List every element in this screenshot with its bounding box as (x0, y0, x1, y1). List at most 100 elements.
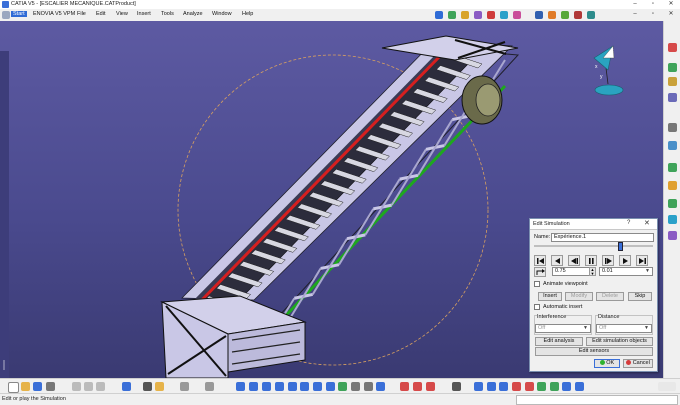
comment-icon[interactable] (155, 382, 164, 391)
step-back-button[interactable] (551, 255, 563, 266)
clash-check-icon[interactable] (512, 382, 521, 391)
snap-compass-icon[interactable] (487, 382, 496, 391)
track-icon[interactable] (535, 11, 543, 19)
zoom-out-icon[interactable] (300, 382, 309, 391)
sequence-icon[interactable] (548, 11, 556, 19)
automatic-insert-checkbox[interactable] (534, 304, 540, 310)
sensor-icon[interactable] (574, 11, 582, 19)
window-close-button[interactable]: ✕ (662, 0, 680, 9)
measure-inertia-icon[interactable] (426, 382, 435, 391)
simulation-icon[interactable] (474, 11, 482, 19)
open-icon[interactable] (21, 382, 30, 391)
modify-button[interactable]: Modify (565, 292, 593, 301)
edit-simulation-objects-button[interactable]: Edit simulation objects (586, 337, 653, 346)
copy-icon[interactable] (84, 382, 93, 391)
pause-button[interactable] (585, 255, 597, 266)
edit-analysis-button[interactable]: Edit analysis (535, 337, 583, 346)
swap-icon[interactable] (205, 382, 214, 391)
jump-to-end-button[interactable] (636, 255, 648, 266)
fit-all-icon[interactable] (435, 11, 443, 19)
doc-minimize-button[interactable]: – (626, 10, 644, 19)
camera-icon[interactable] (452, 382, 461, 391)
cancel-button[interactable]: Cancel (623, 359, 653, 368)
tool-extra-icon[interactable] (575, 382, 584, 391)
render-style-icon[interactable] (338, 382, 347, 391)
ok-button[interactable]: OK (594, 359, 620, 368)
measure-icon[interactable] (500, 11, 508, 19)
menu-tools[interactable]: Tools (161, 11, 174, 17)
menu-edit[interactable]: Edit (96, 11, 105, 17)
exit-icon[interactable] (668, 43, 677, 52)
fos-icon[interactable] (143, 382, 152, 391)
hide-show-icon[interactable] (351, 382, 360, 391)
section-icon[interactable] (513, 11, 521, 19)
simulation-slider-thumb[interactable] (617, 242, 623, 251)
normal-view-icon[interactable] (313, 382, 322, 391)
fly-mode-icon[interactable] (236, 382, 245, 391)
rotate-icon[interactable] (275, 382, 284, 391)
step-forward-button[interactable] (619, 255, 631, 266)
delete-button[interactable]: Delete (596, 292, 624, 301)
compass-reset-icon[interactable] (474, 382, 483, 391)
menu-analyze[interactable]: Analyze (183, 11, 203, 17)
jump-to-start-button[interactable] (534, 255, 546, 266)
menu-window[interactable]: Window (212, 11, 232, 17)
move-icon[interactable] (668, 141, 677, 150)
new-icon[interactable] (8, 382, 19, 393)
distance-icon[interactable] (525, 382, 534, 391)
catalog-icon[interactable] (376, 382, 385, 391)
animate-viewpoint-checkbox[interactable] (534, 281, 540, 287)
interference-combo[interactable]: Off ▼ (535, 324, 591, 333)
snap-icon[interactable] (668, 181, 677, 190)
compass-icon[interactable] (461, 11, 469, 19)
measure-between-icon[interactable] (400, 382, 409, 391)
update-icon[interactable] (668, 215, 677, 224)
menu-help[interactable]: Help (242, 11, 253, 17)
views-icon[interactable] (326, 382, 335, 391)
name-field[interactable]: Expérience.1 (551, 233, 654, 242)
distance-combo[interactable]: Off ▼ (596, 324, 652, 333)
play-icon[interactable] (448, 11, 456, 19)
play-forward-button[interactable] (602, 255, 614, 266)
menu-start[interactable]: Start (11, 11, 27, 17)
zoom-in-icon[interactable] (288, 382, 297, 391)
menu-insert[interactable]: Insert (137, 11, 151, 17)
sensor-tool-icon[interactable] (562, 382, 571, 391)
print-icon[interactable] (46, 382, 55, 391)
simulation-slider-track[interactable] (534, 245, 653, 247)
product-icon[interactable] (668, 93, 677, 102)
what-is-this-icon[interactable] (122, 382, 131, 391)
explode-icon[interactable] (668, 231, 677, 240)
select-icon[interactable] (668, 123, 677, 132)
dialog-help-button[interactable]: ? (627, 220, 630, 226)
assembly-icon[interactable] (668, 63, 677, 72)
edit-sensors-button[interactable]: Edit sensors (535, 347, 653, 356)
step-size-combo[interactable]: 0.01 ▼ (599, 267, 653, 276)
play-backward-button[interactable] (568, 255, 580, 266)
replay-icon[interactable] (561, 11, 569, 19)
doc-restore-button[interactable]: ▫ (644, 10, 662, 19)
skip-button[interactable]: Skip (628, 292, 652, 301)
fix-icon[interactable] (668, 199, 677, 208)
fit-icon[interactable] (249, 382, 258, 391)
paste-icon[interactable] (96, 382, 105, 391)
measure-item-icon[interactable] (413, 382, 422, 391)
window-minimize-button[interactable]: – (626, 0, 644, 9)
component-icon[interactable] (668, 77, 677, 86)
sectioning-icon[interactable] (537, 382, 546, 391)
constraint-icon[interactable] (668, 163, 677, 172)
step-value-field[interactable]: 0.75 (552, 267, 592, 276)
hide-icon[interactable] (180, 382, 189, 391)
menu-view[interactable]: View (116, 11, 128, 17)
swap-space-icon[interactable] (364, 382, 373, 391)
pan-icon[interactable] (262, 382, 271, 391)
insert-button[interactable]: Insert (538, 292, 562, 301)
clash-icon[interactable] (487, 11, 495, 19)
doc-close-button[interactable]: ✕ (662, 10, 680, 19)
menu-file[interactable]: File (77, 11, 86, 17)
cut-icon[interactable] (72, 382, 81, 391)
generate-icon[interactable] (587, 11, 595, 19)
manipulate-icon[interactable] (499, 382, 508, 391)
save-icon[interactable] (33, 382, 42, 391)
loop-mode-button[interactable] (534, 267, 546, 277)
